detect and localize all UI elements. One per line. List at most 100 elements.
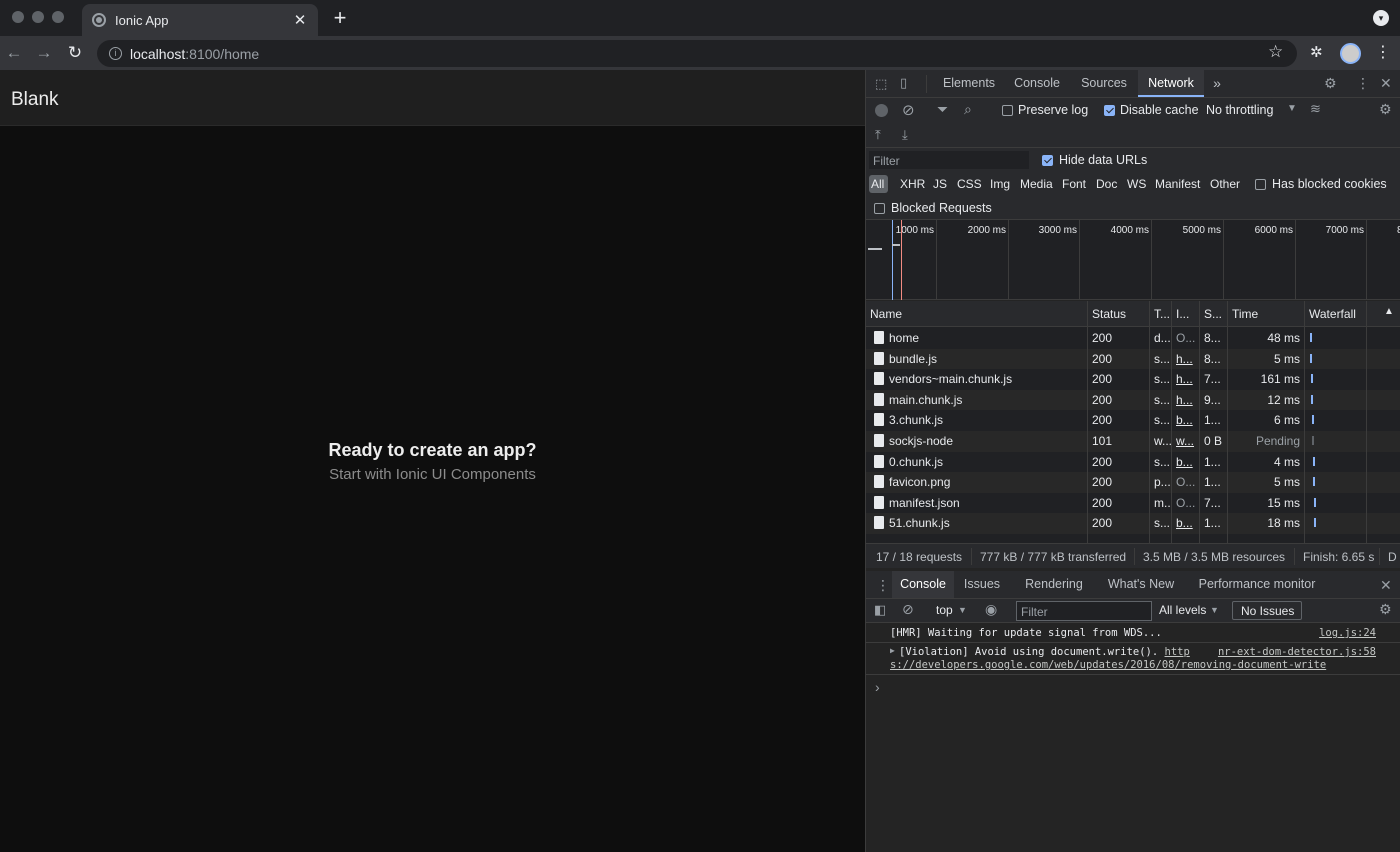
request-name[interactable]: home bbox=[889, 331, 1084, 345]
table-row[interactable]: favicon.png 200 p... O... 1... 5 ms bbox=[866, 472, 1400, 493]
new-tab-button[interactable]: + bbox=[330, 6, 350, 30]
type-filter-css[interactable]: CSS bbox=[957, 177, 982, 191]
profile-avatar[interactable] bbox=[1340, 43, 1361, 64]
column-header-status[interactable]: Status bbox=[1092, 307, 1126, 321]
type-filter-font[interactable]: Font bbox=[1062, 177, 1086, 191]
request-name[interactable]: 3.chunk.js bbox=[889, 413, 1084, 427]
show-sidebar-icon[interactable]: ◧ bbox=[874, 602, 886, 618]
close-devtools-icon[interactable]: ✕ bbox=[1380, 75, 1392, 92]
request-name[interactable]: favicon.png bbox=[889, 475, 1084, 489]
expand-arrow-icon[interactable]: ▶ bbox=[890, 646, 895, 655]
has-blocked-cookies-checkbox[interactable] bbox=[1255, 179, 1266, 190]
blocked-requests-checkbox[interactable] bbox=[874, 203, 885, 214]
request-name[interactable]: main.chunk.js bbox=[889, 393, 1084, 407]
tab-network[interactable]: Network bbox=[1138, 70, 1204, 97]
console-settings-gear-icon[interactable]: ⚙ bbox=[1379, 601, 1392, 618]
type-filter-doc[interactable]: Doc bbox=[1096, 177, 1117, 191]
table-row[interactable]: 51.chunk.js 200 s... b... 1... 18 ms bbox=[866, 513, 1400, 534]
disable-cache-checkbox[interactable] bbox=[1104, 105, 1115, 116]
table-row[interactable]: main.chunk.js 200 s... h... 9... 12 ms bbox=[866, 389, 1400, 411]
console-prompt-icon[interactable]: › bbox=[875, 679, 880, 695]
console-message-source[interactable]: log.js:24 bbox=[1319, 627, 1376, 639]
drawer-tab-issues[interactable]: Issues bbox=[958, 571, 1006, 598]
inspect-element-icon[interactable]: ⬚ bbox=[875, 76, 887, 92]
column-header-waterfall[interactable]: Waterfall bbox=[1309, 307, 1356, 321]
context-select[interactable]: top bbox=[936, 603, 953, 617]
browser-menu-icon[interactable]: ⋮ bbox=[1375, 42, 1391, 62]
filter-funnel-icon[interactable]: ⏷ bbox=[937, 101, 948, 118]
close-window-button[interactable] bbox=[12, 11, 24, 23]
request-name[interactable]: 51.chunk.js bbox=[889, 516, 1084, 530]
close-tab-icon[interactable]: ✕ bbox=[292, 11, 308, 29]
log-levels-select[interactable]: All levels bbox=[1159, 603, 1206, 617]
minimize-window-button[interactable] bbox=[32, 11, 44, 23]
extensions-puzzle-icon[interactable]: ✲ bbox=[1310, 43, 1323, 61]
clear-console-icon[interactable]: ⊘ bbox=[902, 601, 914, 618]
request-initiator[interactable]: b... bbox=[1176, 516, 1196, 530]
table-row[interactable]: vendors~main.chunk.js 200 s... h... 7... 161 … bbox=[866, 369, 1400, 390]
import-har-icon[interactable]: ⤒ bbox=[875, 127, 881, 143]
column-header-time[interactable]: Time bbox=[1232, 307, 1258, 321]
drawer-menu-icon[interactable]: ⋮ bbox=[876, 577, 890, 594]
type-filter-media[interactable]: Media bbox=[1020, 177, 1053, 191]
request-name[interactable]: bundle.js bbox=[889, 352, 1084, 366]
drawer-tab-console[interactable]: Console bbox=[892, 571, 954, 598]
type-filter-other[interactable]: Other bbox=[1210, 177, 1240, 191]
browser-tab[interactable]: Ionic App ✕ bbox=[82, 4, 318, 36]
type-filter-js[interactable]: JS bbox=[933, 177, 947, 191]
site-info-icon[interactable]: i bbox=[109, 47, 122, 60]
table-row[interactable]: sockjs-node 101 w... w... 0 B Pending bbox=[866, 431, 1400, 452]
filter-input[interactable]: Filter bbox=[869, 151, 1029, 169]
column-header-name[interactable]: Name bbox=[870, 307, 902, 321]
bookmark-star-icon[interactable]: ☆ bbox=[1268, 42, 1283, 62]
forward-button[interactable]: → bbox=[32, 42, 56, 64]
request-initiator[interactable]: h... bbox=[1176, 372, 1196, 386]
type-filter-xhr[interactable]: XHR bbox=[900, 177, 925, 191]
devtools-menu-icon[interactable]: ⋮ bbox=[1356, 75, 1370, 92]
network-overview-timeline[interactable]: 1000 ms 2000 ms 3000 ms 4000 ms 5000 ms … bbox=[866, 220, 1400, 300]
preserve-log-checkbox[interactable] bbox=[1002, 105, 1013, 116]
request-name[interactable]: 0.chunk.js bbox=[889, 455, 1084, 469]
request-initiator[interactable]: w... bbox=[1176, 434, 1196, 448]
more-tabs-button[interactable]: » bbox=[1206, 70, 1228, 97]
back-button[interactable]: ← bbox=[2, 42, 26, 64]
tab-elements[interactable]: Elements bbox=[936, 70, 1002, 97]
hide-data-urls-checkbox[interactable] bbox=[1042, 155, 1053, 166]
table-row[interactable]: manifest.json 200 m... O... 7... 15 ms bbox=[866, 493, 1400, 514]
clear-icon[interactable]: ⊘ bbox=[902, 101, 915, 119]
settings-gear-icon[interactable]: ⚙ bbox=[1324, 75, 1337, 92]
device-toolbar-icon[interactable]: ▯ bbox=[900, 75, 907, 91]
issues-counter[interactable]: No Issues bbox=[1232, 601, 1302, 620]
type-filter-all[interactable]: All bbox=[871, 177, 884, 191]
export-har-icon[interactable]: ⤓ bbox=[902, 127, 908, 143]
request-initiator[interactable]: h... bbox=[1176, 352, 1196, 366]
request-initiator[interactable]: b... bbox=[1176, 413, 1196, 427]
empty-state-subtitle[interactable]: Start with Ionic UI Components bbox=[0, 466, 865, 483]
table-row[interactable]: bundle.js 200 s... h... 8... 5 ms bbox=[866, 348, 1400, 370]
type-filter-ws[interactable]: WS bbox=[1127, 177, 1146, 191]
tab-search-icon[interactable]: ▾ bbox=[1373, 10, 1389, 26]
violation-link[interactable]: http bbox=[1165, 646, 1190, 658]
live-expression-eye-icon[interactable]: ◉ bbox=[985, 601, 997, 618]
address-bar[interactable]: i localhost:8100/home bbox=[97, 40, 1297, 67]
throttling-select[interactable]: No throttling bbox=[1206, 103, 1273, 117]
request-name[interactable]: vendors~main.chunk.js bbox=[889, 372, 1084, 386]
console-message-source[interactable]: nr-ext-dom-detector.js:58 bbox=[1218, 646, 1376, 658]
network-settings-gear-icon[interactable]: ⚙ bbox=[1379, 101, 1392, 118]
type-filter-manifest[interactable]: Manifest bbox=[1155, 177, 1200, 191]
request-initiator[interactable]: h... bbox=[1176, 393, 1196, 407]
network-conditions-icon[interactable]: ≋ bbox=[1310, 101, 1321, 117]
request-name[interactable]: sockjs-node bbox=[889, 434, 1084, 448]
request-name[interactable]: manifest.json bbox=[889, 496, 1084, 510]
sort-ascending-icon[interactable]: ▲ bbox=[1384, 306, 1394, 317]
close-drawer-icon[interactable]: ✕ bbox=[1380, 577, 1392, 594]
drawer-tab-whats-new[interactable]: What's New bbox=[1102, 571, 1180, 598]
table-row[interactable]: home 200 d... O... 8... 48 ms bbox=[866, 328, 1400, 349]
violation-link-continued[interactable]: s://developers.google.com/web/updates/20… bbox=[890, 659, 1326, 671]
table-row[interactable]: 0.chunk.js 200 s... b... 1... 4 ms bbox=[866, 452, 1400, 473]
maximize-window-button[interactable] bbox=[52, 11, 64, 23]
type-filter-img[interactable]: Img bbox=[990, 177, 1010, 191]
drawer-tab-performance-monitor[interactable]: Performance monitor bbox=[1192, 571, 1322, 598]
table-row[interactable]: 3.chunk.js 200 s... b... 1... 6 ms bbox=[866, 410, 1400, 431]
column-header-size[interactable]: S... bbox=[1204, 307, 1228, 321]
